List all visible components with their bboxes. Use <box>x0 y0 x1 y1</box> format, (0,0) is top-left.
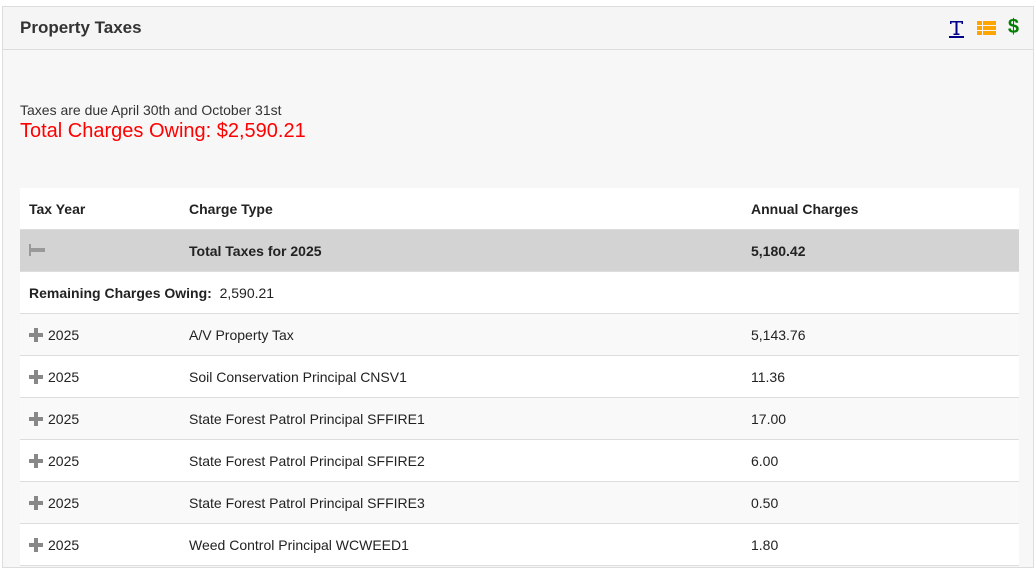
property-taxes-panel: Property Taxes $ Taxes are due April 30t… <box>2 6 1034 568</box>
table-row[interactable]: 2025 State Forest Patrol Principal SFFIRE… <box>20 482 1019 524</box>
total-value: 5,180.42 <box>742 230 1019 272</box>
total-label: Total Taxes for 2025 <box>180 230 742 272</box>
row-charge-type: State Forest Patrol Principal SFFIRE3 <box>180 482 742 524</box>
table-row[interactable]: 2025 Soil Conservation Principal CNSV111.… <box>20 356 1019 398</box>
row-annual-charges: 1.80 <box>742 524 1019 566</box>
row-annual-charges: 5,143.76 <box>742 314 1019 356</box>
remaining-value: 2,590.21 <box>220 285 275 301</box>
collapse-icon[interactable] <box>29 244 45 256</box>
row-charge-type: State Forest Patrol Principal SFFIRE2 <box>180 440 742 482</box>
row-annual-charges: 6.00 <box>742 440 1019 482</box>
table-row[interactable]: 2025 State Forest Patrol Principal SFFIRE… <box>20 398 1019 440</box>
panel-title: Property Taxes <box>20 18 142 38</box>
row-charge-type: Weed Control Principal WCWEED1 <box>180 524 742 566</box>
row-charge-type: Soil Conservation Principal CNSV1 <box>180 356 742 398</box>
row-tax-year: 2025 <box>48 453 79 469</box>
row-tax-year: 2025 <box>48 411 79 427</box>
column-header-annual-charges: Annual Charges <box>742 188 1019 230</box>
row-annual-charges: 17.00 <box>742 398 1019 440</box>
row-tax-year: 2025 <box>48 369 79 385</box>
table-header-row: Tax Year Charge Type Annual Charges <box>20 188 1019 230</box>
total-row[interactable]: Total Taxes for 2025 5,180.42 <box>20 230 1019 272</box>
due-dates-notice: Taxes are due April 30th and October 31s… <box>20 102 282 118</box>
panel-header: Property Taxes $ <box>3 7 1033 50</box>
column-header-charge-type: Charge Type <box>180 188 742 230</box>
table-row[interactable]: 2025 State Forest Patrol Principal SFFIRE… <box>20 440 1019 482</box>
expand-icon[interactable] <box>29 538 43 552</box>
table-row[interactable]: 2025 A/V Property Tax5,143.76 <box>20 314 1019 356</box>
expand-icon[interactable] <box>29 370 43 384</box>
expand-icon[interactable] <box>29 454 43 468</box>
column-header-tax-year: Tax Year <box>20 188 180 230</box>
row-charge-type: A/V Property Tax <box>180 314 742 356</box>
expand-icon[interactable] <box>29 328 43 342</box>
charges-table: Tax Year Charge Type Annual Charges Tota… <box>20 188 1019 566</box>
remaining-row: Remaining Charges Owing: 2,590.21 <box>20 272 1019 314</box>
row-annual-charges: 0.50 <box>742 482 1019 524</box>
expand-icon[interactable] <box>29 412 43 426</box>
row-tax-year: 2025 <box>48 537 79 553</box>
expand-icon[interactable] <box>29 496 43 510</box>
dollar-icon[interactable]: $ <box>1008 16 1019 39</box>
row-charge-type: State Forest Patrol Principal SFFIRE1 <box>180 398 742 440</box>
row-tax-year: 2025 <box>48 327 79 343</box>
row-tax-year: 2025 <box>48 495 79 511</box>
table-row[interactable]: 2025 Weed Control Principal WCWEED11.80 <box>20 524 1019 566</box>
row-annual-charges: 11.36 <box>742 356 1019 398</box>
total-charges-owing: Total Charges Owing: $2,590.21 <box>20 120 306 143</box>
text-icon[interactable] <box>948 18 965 38</box>
remaining-label: Remaining Charges Owing: <box>29 285 212 301</box>
list-icon[interactable] <box>977 20 996 36</box>
